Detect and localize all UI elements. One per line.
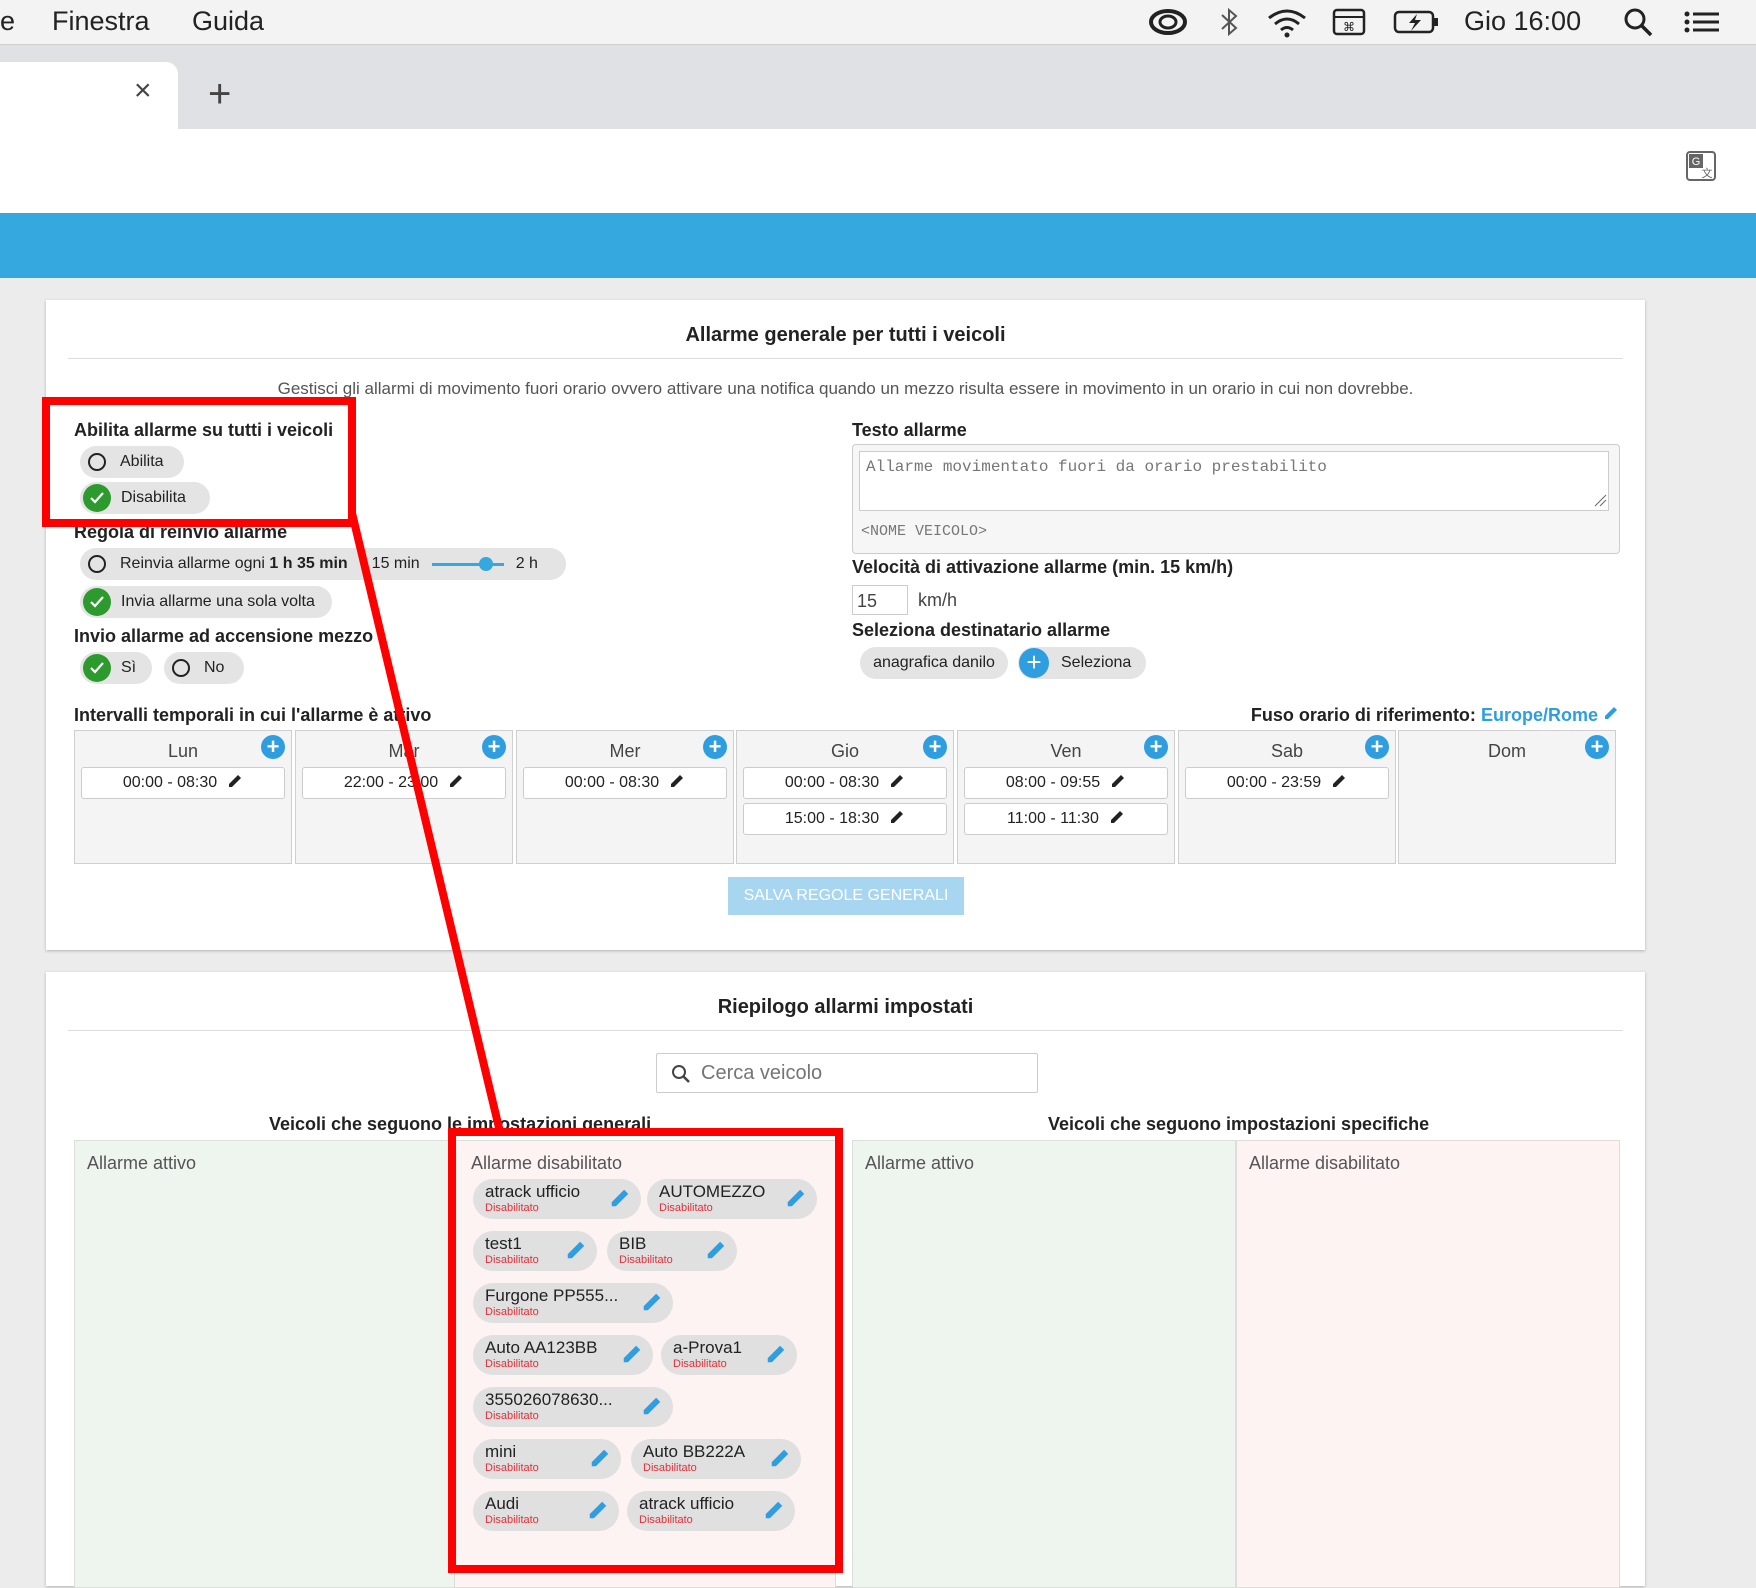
highlight-connector <box>348 512 504 1133</box>
annotation-overlay <box>42 397 843 1573</box>
highlight-box-disabled <box>448 1128 843 1573</box>
highlight-box-enable <box>42 397 356 527</box>
